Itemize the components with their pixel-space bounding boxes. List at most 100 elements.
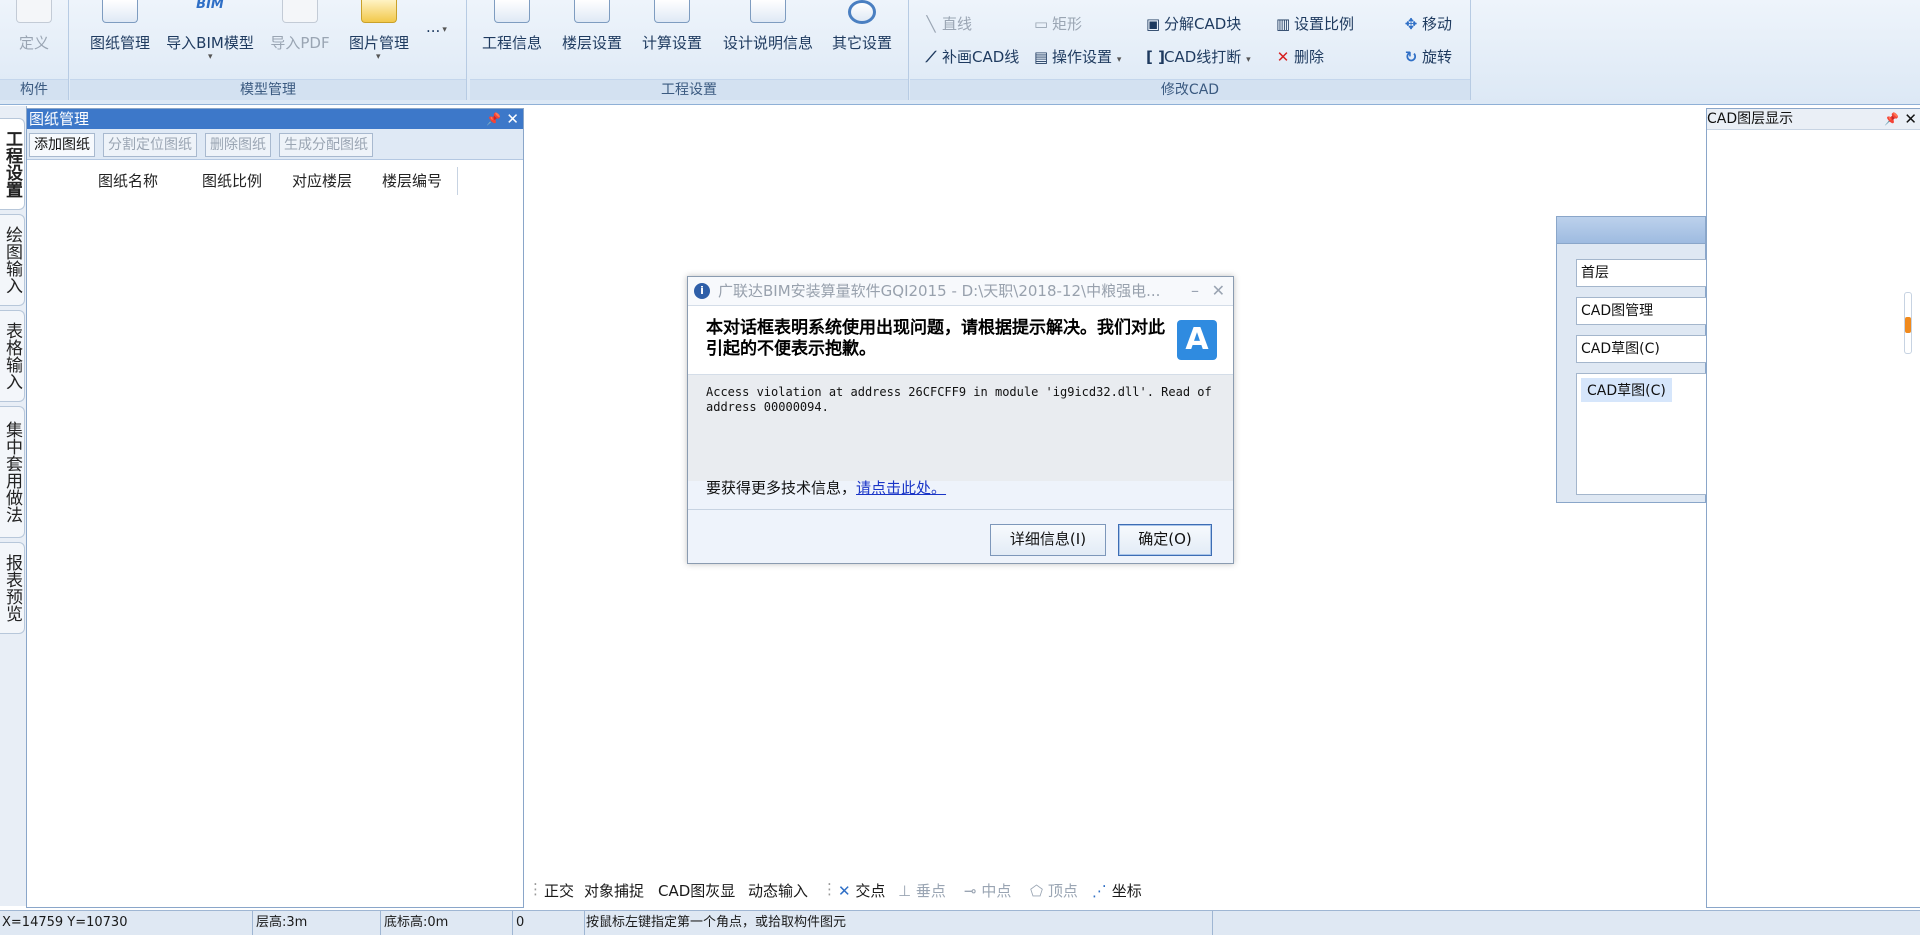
rotate-icon: ↻ — [1404, 48, 1418, 66]
project-info-button[interactable]: 工程信息 — [480, 0, 544, 78]
pdf-icon — [282, 0, 318, 23]
op-settings-button[interactable]: ▤ 操作设置 ▾ — [1034, 46, 1121, 68]
draw-cad-line-button[interactable]: ⟋ 补画CAD线 — [924, 46, 1020, 68]
intersection-snap[interactable]: ✕ 交点 — [838, 880, 885, 901]
group-label-model: 模型管理 — [70, 79, 466, 100]
more-info-link[interactable]: 请点击此处。 — [856, 479, 946, 497]
set-scale-button[interactable]: ▥ 设置比例 — [1276, 13, 1354, 35]
import-bim-button[interactable]: BIM 导入BIM模型 ▾ — [160, 0, 260, 78]
generate-drawing-button[interactable]: 生成分配图纸 — [279, 133, 373, 157]
other-settings-button[interactable]: 其它设置 — [830, 0, 894, 78]
details-button[interactable]: 详细信息(I) — [990, 524, 1106, 556]
midpoint-snap[interactable]: ⊸ 中点 — [964, 880, 1011, 901]
drawing-mgmt-button[interactable]: 图纸管理 — [78, 0, 162, 78]
delete-button[interactable]: ✕ 删除 — [1276, 46, 1324, 68]
pin-icon[interactable]: 📌 — [1884, 109, 1899, 129]
close-icon[interactable]: ✕ — [1904, 109, 1917, 129]
cad-sketch-select[interactable]: CAD草图(C) — [1576, 335, 1722, 363]
delete-drawing-button[interactable]: 删除图纸 — [205, 133, 271, 157]
coordinate-snap[interactable]: ⋰ 坐标 — [1092, 880, 1142, 901]
osnap-toggle[interactable]: 对象捕捉 — [584, 880, 644, 901]
side-scroll-indicator[interactable] — [1904, 292, 1912, 354]
bim-icon: BIM — [196, 0, 224, 12]
gear-icon — [848, 0, 876, 24]
column-header — [27, 167, 70, 195]
column-header-scale[interactable]: 图纸比例 — [187, 167, 278, 195]
tab-report-preview[interactable]: 报表预览 — [0, 542, 25, 634]
explode-cad-block-button[interactable]: ▣ 分解CAD块 — [1146, 13, 1241, 35]
status-value: 0 — [514, 911, 585, 935]
chevron-down-icon: ▾ — [1114, 55, 1122, 65]
group-goujian: 定义 构件 — [0, 0, 69, 100]
floor-settings-button[interactable]: 楼层设置 — [560, 0, 624, 78]
folder-icon — [361, 0, 397, 23]
dynamic-input-toggle[interactable]: 动态输入 — [748, 880, 808, 901]
cad-layer-panel: CAD图层显示 📌 ✕ — [1706, 108, 1920, 908]
floor-select[interactable]: 首层 — [1576, 259, 1722, 287]
scroll-thumb[interactable] — [1905, 317, 1911, 333]
calc-settings-button[interactable]: 计算设置 — [640, 0, 704, 78]
group-model-mgmt: 图纸管理 BIM 导入BIM模型 ▾ 导入PDF 图片管理 ▾ ... ▾ 模型管… — [70, 0, 467, 100]
ribbon: 定义 构件 图纸管理 BIM 导入BIM模型 ▾ 导入PDF 图片管理 ▾ ..… — [0, 0, 1920, 105]
bracket-icon: [ ] — [1146, 48, 1165, 66]
line-icon: ╲ — [926, 15, 936, 33]
import-pdf-button[interactable]: 导入PDF — [268, 0, 332, 78]
tab-project-settings[interactable]: 工程设置 — [0, 118, 25, 210]
chevron-down-icon: ▾ — [442, 25, 447, 35]
scale-icon: ▥ — [1276, 15, 1291, 33]
snap-toolbar: ⋮ 正交 对象捕捉 CAD图灰显 动态输入 ⋮ ✕ 交点 ⊥ 垂点 ⊸ 中点 ⬠… — [524, 874, 1704, 904]
group-label-modify-cad: 修改CAD — [910, 79, 1470, 100]
vertical-tab-bar: 工程设置 绘图输入 表格输入 集中套用做法 报表预览 — [0, 106, 27, 906]
column-header-floor-no[interactable]: 楼层编号 — [367, 167, 458, 195]
define-icon — [16, 0, 52, 23]
app-logo-icon: A — [1177, 320, 1217, 360]
list-item[interactable]: CAD草图(C) — [1581, 378, 1672, 402]
line-button[interactable]: ╲ 直线 — [924, 13, 972, 35]
tab-table-input[interactable]: 表格输入 — [0, 310, 25, 402]
toolbar-grip: ⋮ — [528, 880, 543, 898]
ok-button[interactable]: 确定(O) — [1118, 524, 1212, 556]
layer-panel-title: CAD图层显示 — [1707, 111, 1794, 127]
status-empty — [1212, 911, 1918, 935]
column-header-name[interactable]: 图纸名称 — [69, 167, 188, 195]
column-header-floor[interactable]: 对应楼层 — [277, 167, 368, 195]
split-drawing-button[interactable]: 分割定位图纸 — [103, 133, 197, 157]
dialog-title: 广联达BIM安装算量软件GQI2015 - D:\天职\2018-12\中粮强电… — [718, 282, 1161, 300]
move-button[interactable]: ✥ 移动 — [1404, 13, 1452, 35]
break-cad-line-button[interactable]: [ ]CAD线打断 ▾ — [1146, 46, 1251, 68]
close-icon[interactable]: ✕ — [506, 109, 519, 129]
drawing-panel-titlebar: 图纸管理 📌 ✕ — [27, 109, 523, 129]
drawing-icon — [102, 0, 138, 23]
floating-nav-panel: 首层 CAD图管理 CAD草图(C) CAD草图(C) — [1556, 216, 1722, 503]
group-modify-cad: ╲ 直线 ▭ 矩形 ▣ 分解CAD块 ▥ 设置比例 ✥ 移动 ⟋ 补画CAD线 ▤ 操作设置 … — [910, 0, 1471, 100]
close-icon[interactable]: ✕ — [1212, 277, 1225, 305]
more-button[interactable]: ... ▾ — [426, 16, 447, 38]
perpendicular-snap[interactable]: ⊥ 垂点 — [898, 880, 946, 901]
pin-icon[interactable]: 📌 — [486, 109, 501, 129]
delete-icon: ✕ — [1276, 48, 1290, 66]
minimize-icon[interactable]: – — [1191, 277, 1199, 305]
vertex-snap[interactable]: ⬠ 顶点 — [1030, 880, 1078, 901]
move-icon: ✥ — [1404, 15, 1418, 33]
design-notes-button[interactable]: 设计说明信息 — [722, 0, 814, 78]
rect-button[interactable]: ▭ 矩形 — [1034, 13, 1082, 35]
base-height: 底标高:0m — [382, 911, 513, 935]
chevron-down-icon: ▾ — [376, 52, 381, 62]
ortho-toggle[interactable]: 正交 — [544, 880, 574, 901]
info-icon: i — [694, 283, 710, 299]
tab-drawing-input[interactable]: 绘图输入 — [0, 214, 25, 306]
cad-settings-icon: ▤ — [1034, 48, 1049, 66]
midpoint-icon: ⊸ — [964, 882, 977, 900]
rotate-button[interactable]: ↻ 旋转 — [1404, 46, 1452, 68]
floating-panel-titlebar[interactable] — [1557, 217, 1705, 244]
image-mgmt-button[interactable]: 图片管理 ▾ — [342, 0, 416, 78]
cad-gray-toggle[interactable]: CAD图灰显 — [658, 880, 735, 901]
cad-mgmt-select[interactable]: CAD图管理 — [1576, 297, 1722, 325]
drawing-panel-toolbar: 添加图纸 分割定位图纸 删除图纸 生成分配图纸 — [27, 129, 523, 160]
dialog-message: 本对话框表明系统使用出现问题，请根据提示解决。我们对此引起的不便表示抱歉。 — [706, 318, 1165, 359]
define-button[interactable]: 定义 — [10, 0, 58, 78]
add-drawing-button[interactable]: 添加图纸 — [29, 133, 95, 157]
cad-sketch-list[interactable]: CAD草图(C) — [1576, 373, 1718, 495]
drawing-panel-title: 图纸管理 — [29, 110, 90, 128]
tab-apply-method[interactable]: 集中套用做法 — [0, 406, 25, 538]
